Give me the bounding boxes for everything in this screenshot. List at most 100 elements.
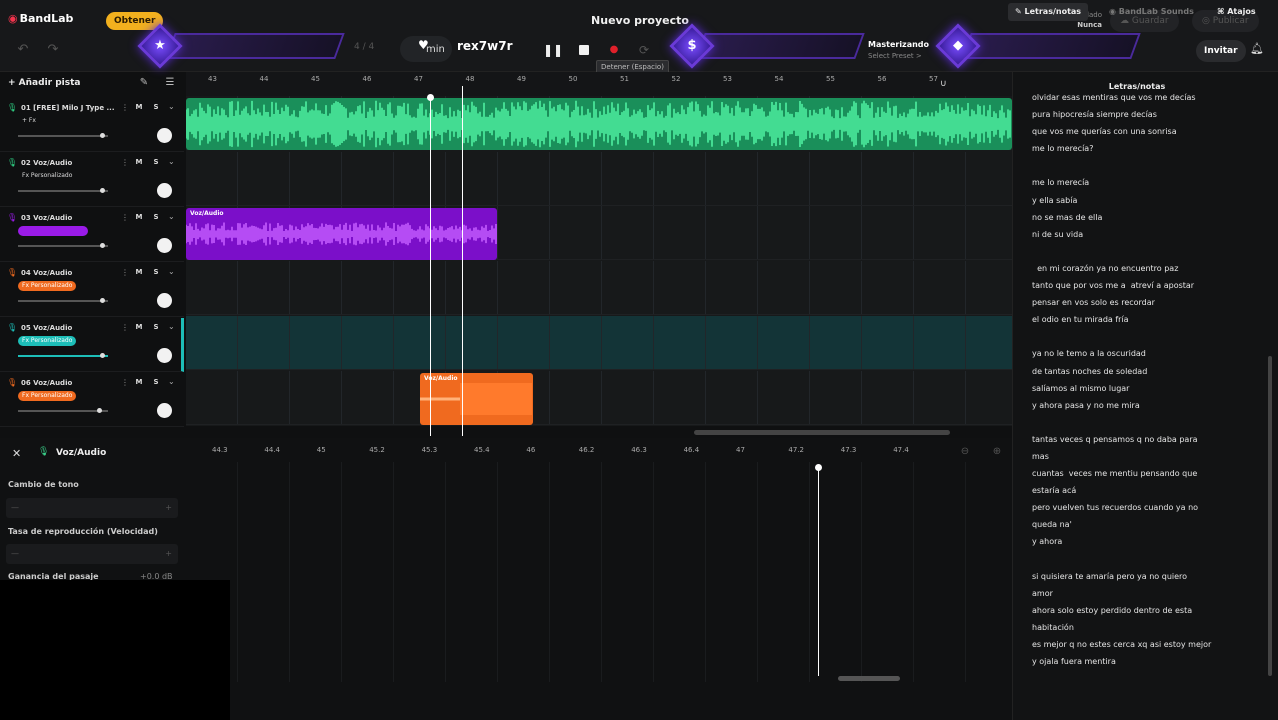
editor-scrollbar[interactable]: [838, 676, 900, 681]
track-name[interactable]: 01 [FREE] Milo J Type ...: [21, 104, 117, 112]
fx-button[interactable]: Fx Personalizado: [18, 171, 76, 181]
chevron-down-icon[interactable]: ⌄: [168, 377, 175, 386]
mute-button[interactable]: M: [133, 377, 145, 388]
plus-icon[interactable]: +: [165, 498, 172, 518]
editor-ruler[interactable]: 44.3 44.4 45 45.2 45.3 45.4 46 46.2 46.3 46.4 47 47…: [186, 440, 1012, 462]
project-title[interactable]: Nuevo proyecto: [560, 14, 720, 27]
pan-knob[interactable]: [157, 183, 172, 198]
volume-slider[interactable]: [18, 188, 108, 193]
volume-slider-handle[interactable]: [97, 408, 103, 413]
fx-button[interactable]: + Fx: [18, 116, 40, 126]
solo-button[interactable]: S: [150, 322, 162, 333]
mute-button[interactable]: M: [133, 212, 145, 223]
pan-knob[interactable]: [157, 293, 172, 308]
mute-button[interactable]: M: [133, 157, 145, 168]
editor-grid[interactable]: [186, 462, 1012, 682]
magnet-icon[interactable]: ∪: [940, 79, 952, 91]
chevron-down-icon[interactable]: ⌄: [168, 157, 175, 166]
track-header[interactable]: 🎙︎ 04 Voz/Audio ⋮ M S ⌄ Fx Personalizado: [0, 263, 184, 317]
chevron-down-icon[interactable]: ⌄: [168, 102, 175, 111]
mute-button[interactable]: M: [133, 322, 145, 333]
playhead-handle[interactable]: [427, 94, 434, 101]
volume-slider-handle[interactable]: [99, 298, 105, 303]
bell-icon[interactable]: 🔔︎: [1250, 42, 1264, 55]
tab-bandlab-sounds[interactable]: ◉ BandLab Sounds: [1102, 3, 1201, 21]
mastering-preset-select[interactable]: Select Preset >: [868, 52, 922, 60]
pan-knob[interactable]: [157, 403, 172, 418]
zoom-out-icon[interactable]: ⊖: [958, 446, 972, 460]
track-lane[interactable]: [186, 316, 1012, 370]
volume-slider-handle[interactable]: [99, 133, 105, 138]
editor-playhead[interactable]: [818, 466, 819, 676]
track-header[interactable]: 🎙︎ 01 [FREE] Milo J Type ... ⋮ M S ⌄ + Fx: [0, 98, 184, 152]
solo-button[interactable]: S: [150, 102, 162, 113]
add-track-button[interactable]: + Añadir pista: [8, 78, 80, 88]
bandlab-logo[interactable]: ◉ BandLab: [8, 12, 73, 25]
pencil-icon[interactable]: ✎: [136, 77, 152, 93]
volume-slider-handle[interactable]: [99, 353, 105, 358]
record-button[interactable]: ●: [604, 40, 624, 60]
mastering-label[interactable]: Masterizando: [868, 40, 929, 49]
solo-button[interactable]: S: [150, 267, 162, 278]
track-lane[interactable]: [186, 152, 1012, 206]
chevron-down-icon[interactable]: ⌄: [168, 212, 175, 221]
track-lane[interactable]: [186, 261, 1012, 315]
track-lane[interactable]: [186, 371, 1012, 425]
track-name[interactable]: 06 Voz/Audio: [21, 379, 117, 387]
track-header[interactable]: 🎙︎ 03 Voz/Audio ⋮ M S ⌄: [0, 208, 184, 262]
kebab-menu-icon[interactable]: ⋮: [121, 378, 129, 387]
zoom-in-icon[interactable]: ⊕: [990, 446, 1004, 460]
pan-knob[interactable]: [157, 348, 172, 363]
stop-button[interactable]: [574, 40, 594, 60]
solo-button[interactable]: S: [150, 157, 162, 168]
timeline-ruler[interactable]: 43 44 45 46 47 48 49 50 51 52 53 54 55 56 57: [186, 72, 1012, 96]
volume-slider[interactable]: [18, 353, 108, 358]
fx-button[interactable]: Fx Personalizado: [18, 336, 77, 346]
volume-slider[interactable]: [18, 243, 108, 248]
lyrics-scrollbar[interactable]: [1268, 356, 1272, 676]
kebab-menu-icon[interactable]: ⋮: [121, 103, 129, 112]
pan-knob[interactable]: [157, 128, 172, 143]
track-name[interactable]: 04 Voz/Audio: [21, 269, 117, 277]
mixer-icon[interactable]: ☰: [162, 77, 178, 93]
volume-slider-handle[interactable]: [99, 188, 105, 193]
solo-button[interactable]: S: [150, 377, 162, 388]
loop-button[interactable]: ⟳: [634, 40, 654, 60]
fx-button[interactable]: Fx Personalizado: [18, 281, 77, 291]
kebab-menu-icon[interactable]: ⋮: [121, 158, 129, 167]
kebab-menu-icon[interactable]: ⋮: [121, 213, 129, 222]
track-name[interactable]: 05 Voz/Audio: [21, 324, 117, 332]
vocal-clip-orange[interactable]: Voz/Audio: [420, 373, 533, 425]
fx-button[interactable]: [18, 226, 88, 236]
volume-slider[interactable]: [18, 133, 108, 138]
time-signature[interactable]: 4 / 4: [354, 42, 374, 52]
fx-button[interactable]: Fx Personalizado: [18, 391, 77, 401]
redo-icon[interactable]: ↷: [42, 40, 64, 60]
kebab-menu-icon[interactable]: ⋮: [121, 323, 129, 332]
volume-slider-handle[interactable]: [99, 243, 105, 248]
beat-clip[interactable]: [186, 98, 1012, 150]
undo-icon[interactable]: ↶: [12, 40, 34, 60]
vocal-clip-purple[interactable]: Voz/Audio: [186, 208, 497, 260]
volume-slider[interactable]: [18, 408, 108, 413]
track-header[interactable]: 🎙︎ 06 Voz/Audio ⋮ M S ⌄ Fx Personalizado: [0, 373, 184, 427]
chevron-down-icon[interactable]: ⌄: [168, 322, 175, 331]
track-name[interactable]: 02 Voz/Audio: [21, 159, 117, 167]
playhead[interactable]: [430, 96, 431, 436]
lyrics-textarea[interactable]: olvidar esas mentiras que vos me decías …: [1032, 89, 1252, 669]
track-name[interactable]: 03 Voz/Audio: [21, 214, 117, 222]
tab-shortcuts[interactable]: ⌘ Atajos: [1210, 3, 1263, 21]
mute-button[interactable]: M: [133, 267, 145, 278]
mute-button[interactable]: M: [133, 102, 145, 113]
volume-slider[interactable]: [18, 298, 108, 303]
tab-lyrics[interactable]: ✎ Letras/notas: [1008, 3, 1089, 21]
timeline-scrollbar[interactable]: [694, 430, 950, 435]
editor-playhead-handle[interactable]: [815, 464, 822, 471]
track-header[interactable]: 🎙︎ 05 Voz/Audio ⋮ M S ⌄ Fx Personalizado: [0, 318, 184, 372]
pitch-field[interactable]: — +: [6, 498, 178, 518]
kebab-menu-icon[interactable]: ⋮: [121, 268, 129, 277]
pan-knob[interactable]: [157, 238, 172, 253]
loop-marker[interactable]: [462, 86, 463, 436]
track-lanes[interactable]: Voz/Audio Voz/Audio: [186, 96, 1012, 426]
solo-button[interactable]: S: [150, 212, 162, 223]
